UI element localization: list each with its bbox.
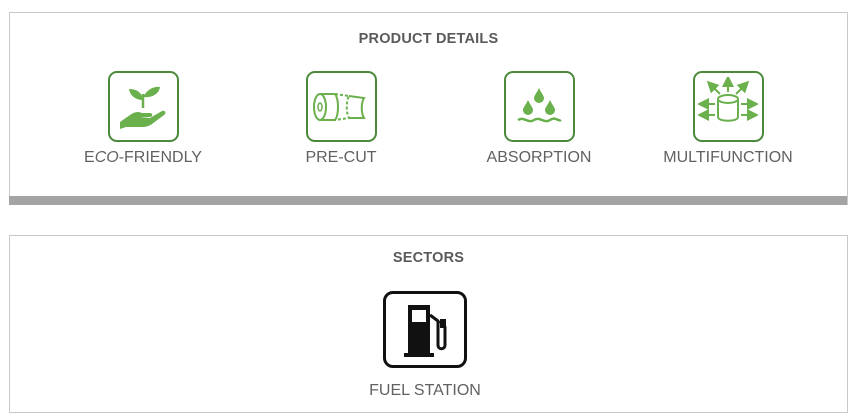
roll-arrows-icon bbox=[692, 71, 764, 142]
fuel-pump-icon bbox=[383, 291, 467, 368]
feature-absorption: ABSORPTION bbox=[459, 71, 619, 167]
sectors-panel: SECTORS FUEL STATION bbox=[9, 235, 848, 413]
feature-eco-friendly: ECO-FRIENDLY bbox=[63, 71, 223, 167]
product-details-panel: PRODUCT DETAILS ECO-FRIENDLY PRE-CUT ABS… bbox=[9, 12, 848, 205]
eco-friendly-label-part: -FRIENDLY bbox=[118, 149, 202, 166]
feature-label-pre-cut: PRE-CUT bbox=[305, 149, 377, 166]
eco-friendly-label-part: E bbox=[84, 149, 95, 166]
eco-friendly-label-italic: CO bbox=[94, 149, 119, 166]
sector-fuel-station: FUEL STATION bbox=[345, 291, 505, 400]
sector-label-fuel-station: FUEL STATION bbox=[369, 382, 481, 399]
paper-roll-icon bbox=[305, 71, 377, 142]
product-details-title: PRODUCT DETAILS bbox=[358, 31, 499, 47]
sectors-title: SECTORS bbox=[392, 250, 465, 266]
water-drops-icon bbox=[503, 71, 575, 142]
feature-label-eco-friendly: ECO-FRIENDLY bbox=[63, 149, 223, 167]
panel-divider-bar bbox=[9, 196, 847, 205]
feature-pre-cut: PRE-CUT bbox=[261, 71, 421, 167]
feature-label-multifunction: MULTIFUNCTION bbox=[663, 149, 793, 166]
feature-multifunction: MULTIFUNCTION bbox=[648, 71, 808, 167]
plant-hand-icon bbox=[107, 71, 179, 142]
feature-label-absorption: ABSORPTION bbox=[486, 149, 592, 166]
